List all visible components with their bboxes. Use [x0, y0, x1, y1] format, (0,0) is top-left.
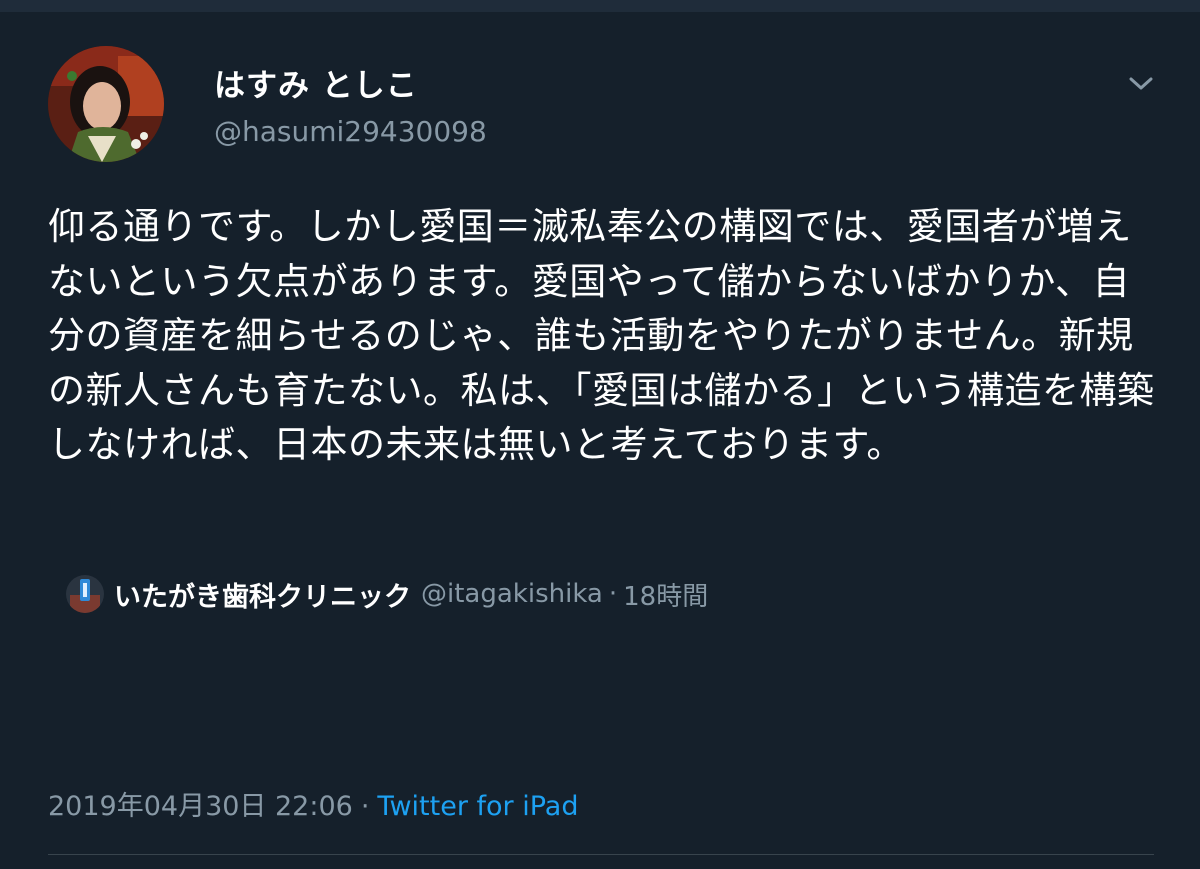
author-avatar[interactable]	[48, 46, 164, 162]
author-display-name[interactable]: はすみ としこ	[214, 60, 418, 105]
quoted-reply-context[interactable]: いたがき歯科クリニック @itagakishika · 18時間	[66, 574, 708, 614]
meta-separator: ·	[360, 791, 370, 822]
reply-avatar	[66, 575, 104, 613]
author-handle[interactable]: @hasumi29430098	[214, 115, 487, 148]
user-avatar-photo	[48, 46, 164, 162]
tweet-timestamp[interactable]: 2019年04月30日 22:06	[48, 791, 353, 822]
tweet-text: 仰る通りです。しかし愛国＝滅私奉公の構図では、愛国者が増えないという欠点がありま…	[48, 205, 1155, 466]
tweet-source-link[interactable]: Twitter for iPad	[377, 791, 578, 822]
divider	[48, 854, 1154, 855]
reply-separator: ·	[608, 579, 618, 609]
clinic-avatar-icon	[66, 575, 104, 613]
top-bar	[0, 0, 1200, 12]
reply-time: 18時間	[623, 581, 709, 612]
tweet-menu-button[interactable]	[1126, 72, 1156, 96]
chevron-down-icon	[1129, 77, 1153, 90]
reply-author-handle[interactable]: @itagakishika	[421, 579, 603, 609]
tweet-detail: はすみ としこ @hasumi29430098 仰る通りです。しかし愛国＝滅私奉…	[0, 12, 1200, 869]
tweet-meta: 2019年04月30日 22:06 · Twitter for iPad	[48, 784, 578, 823]
reply-author-name[interactable]: いたがき歯科クリニック	[114, 575, 411, 614]
